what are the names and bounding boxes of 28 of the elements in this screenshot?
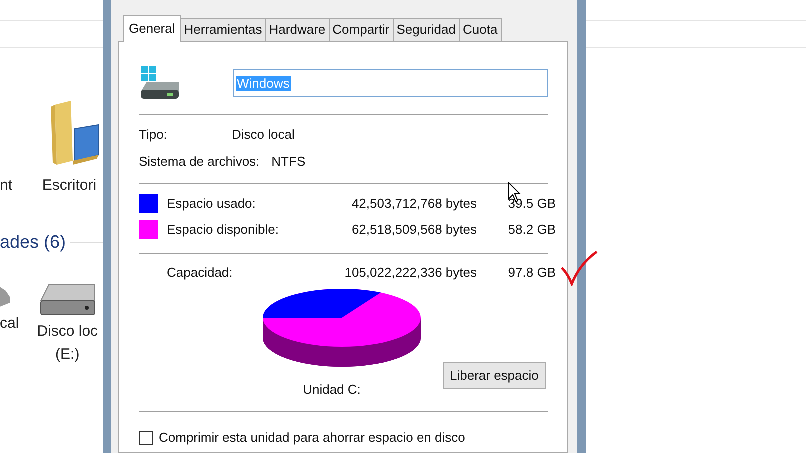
- capacity-size: 97.8 GB: [507, 265, 556, 280]
- space-label: Espacio usado:: [167, 196, 257, 211]
- tab[interactable]: Seguridad: [392, 18, 460, 41]
- capacity-label: Capacidad:: [167, 265, 234, 280]
- tab[interactable]: General: [123, 15, 182, 42]
- space-bytes: 42,503,712,768 bytes: [350, 196, 477, 211]
- capacity-bytes: 105,022,222,336 bytes: [344, 265, 477, 280]
- drive-caption: Unidad C:: [303, 382, 361, 397]
- tab[interactable]: Cuota: [459, 18, 502, 41]
- property-label: Sistema de archivos:: [139, 154, 260, 169]
- drive-label: cal: [0, 315, 20, 332]
- item-label: nt: [0, 177, 13, 194]
- property-label: Tipo:: [139, 127, 168, 142]
- item-label: Escritori: [42, 177, 97, 194]
- property-value: NTFS: [272, 154, 306, 169]
- checkbox-label: Comprimir esta unidad para ahorrar espacio en disco: [159, 430, 466, 445]
- space-size: 58.2 GB: [507, 222, 556, 237]
- drive-letter: (E:): [56, 346, 80, 363]
- space-bytes: 62,518,509,568 bytes: [350, 222, 477, 237]
- drive-label: Disco loc: [37, 323, 98, 340]
- space-label: Espacio disponible:: [167, 222, 280, 237]
- cleanup-button[interactable]: Liberar espacio: [443, 362, 546, 389]
- property-value: Disco local: [232, 127, 295, 142]
- tab[interactable]: Compartir: [328, 18, 394, 41]
- tab[interactable]: Hardware: [265, 18, 330, 41]
- space-size: 39.5 GB: [507, 196, 556, 211]
- section-header: ades (6): [0, 232, 66, 253]
- tab[interactable]: Herramientas: [180, 18, 266, 41]
